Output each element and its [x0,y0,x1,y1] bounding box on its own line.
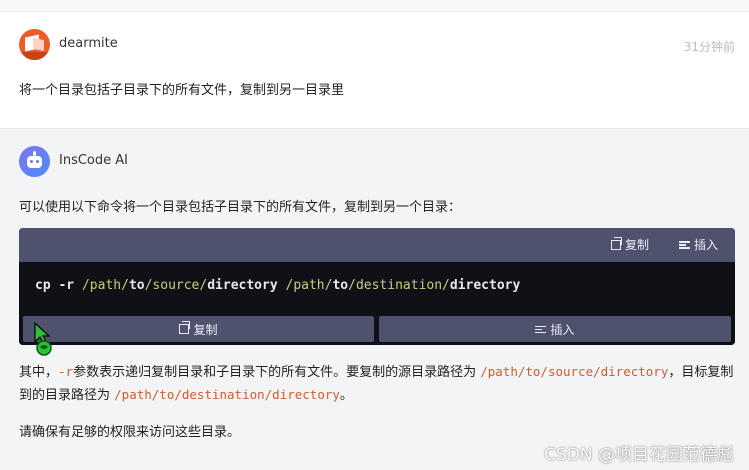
copy-icon [610,236,622,250]
inline-code-destination: /path/to/destination/directory [114,387,340,402]
bottom-insert-label: 插入 [550,322,575,337]
user-name[interactable]: dearmite [59,36,118,51]
code-token: directory [207,278,286,293]
code-token: directory [449,278,521,293]
code-token: /path/ [81,278,129,293]
bottom-copy-button[interactable]: 复制 [23,316,374,342]
code-toolbar: 复制 插入 [19,228,735,262]
toolbar-copy-label: 复制 [624,238,649,252]
code-line[interactable]: cp -r /path/to/source/directory /path/to… [35,278,520,293]
inline-code-source: /path/to/source/directory [480,364,669,379]
explain-part: 参数表示递归复制目录和子目录下的所有文件。要复制的源目录路径为 [73,365,481,380]
csdn-watermark: CSDN @项目花园范德彪 [544,445,734,465]
insert-icon [535,325,547,334]
code-bottom-bar: 复制 插入 [19,314,735,345]
toolbar-copy-button[interactable]: 复制 [610,236,649,253]
user-message: dearmite 31分钟前 将一个目录包括子目录下的所有文件，复制到另一目录里 [0,12,749,128]
bottom-copy-label: 复制 [193,322,218,337]
ai-note-text: 请确保有足够的权限来访问这些目录。 [19,425,241,440]
code-token: /path/ [285,278,333,293]
inline-code-flag: -r [58,364,74,379]
toolbar-insert-button[interactable]: 插入 [678,236,718,253]
bottom-insert-button[interactable]: 插入 [379,316,731,342]
toolbar-insert-label: 插入 [693,238,718,252]
ai-intro-text: 可以使用以下命令将一个目录包括子目录下的所有文件，复制到另一个目录： [19,200,462,215]
ai-message: InsCode AI 可以使用以下命令将一个目录包括子目录下的所有文件，复制到另… [0,128,749,470]
code-token: cp -r [35,278,82,293]
top-strip [0,0,749,12]
explain-part: 其中， [19,365,59,380]
user-message-text: 将一个目录包括子目录下的所有文件，复制到另一目录里 [19,83,345,98]
ai-explain-text: 其中，-r参数表示递归复制目录和子目录下的所有文件。要复制的源目录路径为 /pa… [19,361,739,407]
insert-icon [678,240,690,249]
copy-icon [179,321,191,334]
code-token: /destination/ [348,278,450,293]
code-token: /source/ [144,278,208,293]
mouse-cursor-icon [34,322,52,356]
ai-name: InsCode AI [59,153,128,168]
code-token: to [332,278,349,293]
code-token: to [128,278,145,293]
code-block: 复制 插入 cp -r /path/to/source/directory /p… [19,228,735,345]
message-time: 31分钟前 [683,40,735,54]
ai-avatar [19,146,50,177]
explain-part: 。 [339,388,353,403]
user-avatar[interactable] [19,29,50,60]
